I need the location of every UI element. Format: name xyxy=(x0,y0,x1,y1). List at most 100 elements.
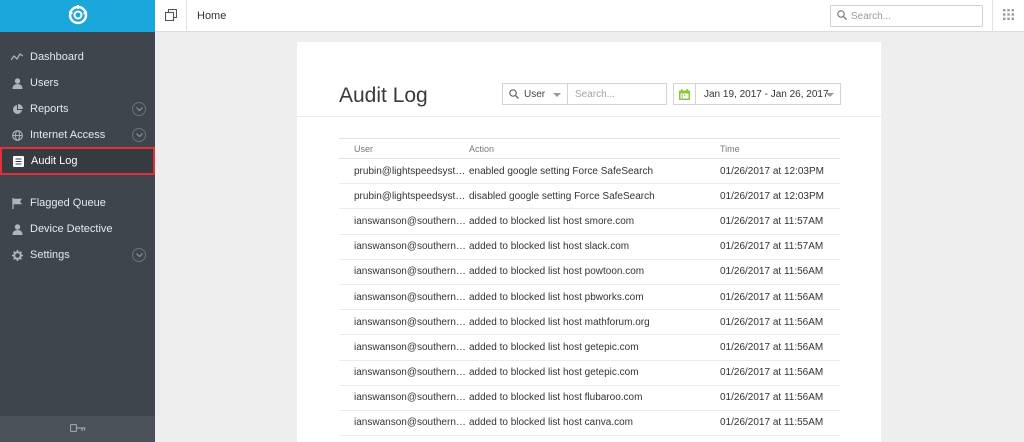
cell-time: 01/26/2017 at 11:55AM xyxy=(720,410,840,437)
search-icon xyxy=(837,9,847,23)
column-header-action[interactable]: Action xyxy=(469,138,720,159)
cell-user: prubin@lightspeedsyst… xyxy=(339,158,469,185)
nav-divider xyxy=(0,174,155,190)
apps-menu-button[interactable] xyxy=(992,0,1024,32)
sidebar-item-audit-log[interactable]: Audit Log xyxy=(0,147,155,175)
lightspeed-logo-icon[interactable] xyxy=(67,4,89,29)
activity-icon xyxy=(11,51,23,63)
table-row[interactable]: ianswanson@southern… added to blocked lis… xyxy=(339,385,840,411)
table-row[interactable]: ianswanson@southern… added to blocked lis… xyxy=(339,334,840,361)
cell-action: added to blocked list host mathforum.org xyxy=(469,309,720,336)
chevron-down-icon[interactable] xyxy=(132,102,146,116)
cell-user: ianswanson@southern… xyxy=(339,309,469,336)
card-header: Audit Log User Jan 19, 2017 - Jan 26, 20… xyxy=(297,42,881,117)
sidebar-item-internet-access[interactable]: Internet Access xyxy=(0,122,155,148)
cell-user: ianswanson@southern… xyxy=(339,208,469,235)
windows-icon xyxy=(164,8,177,24)
sidebar-item-flagged-queue[interactable]: Flagged Queue xyxy=(0,190,155,216)
cell-action: enabled google setting Force SafeSearch xyxy=(469,158,720,185)
list-icon xyxy=(12,155,24,167)
sidebar: Dashboard Users Reports Internet Access … xyxy=(0,0,155,442)
breadcrumb[interactable]: Home xyxy=(197,10,226,22)
cell-time: 01/26/2017 at 11:57AM xyxy=(720,234,840,260)
table-row[interactable]: ianswanson@southern… added to blocked lis… xyxy=(339,208,840,235)
search-input[interactable] xyxy=(851,10,971,22)
table-row[interactable]: ianswanson@southern… added to blocked lis… xyxy=(339,284,840,311)
filter-type-select[interactable]: User xyxy=(503,84,568,104)
flag-icon xyxy=(11,197,23,209)
column-header-user[interactable]: User xyxy=(339,138,469,159)
sidebar-item-reports[interactable]: Reports xyxy=(0,96,155,122)
sidebar-item-label: Flagged Queue xyxy=(30,197,106,209)
date-range-value: Jan 19, 2017 - Jan 26, 2017 xyxy=(704,88,829,100)
cell-user: prubin@lightspeedsyst… xyxy=(339,183,469,210)
table-row[interactable]: ianswanson@southern… added to blocked lis… xyxy=(339,309,840,336)
cell-user: ianswanson@southern… xyxy=(339,234,469,260)
date-range-picker[interactable]: Jan 19, 2017 - Jan 26, 2017 xyxy=(673,83,841,105)
filter-type-value: User xyxy=(524,88,546,100)
page-title: Audit Log xyxy=(339,84,428,107)
key-icon[interactable] xyxy=(69,423,86,435)
window-toggle-button[interactable] xyxy=(155,0,187,32)
sidebar-item-device-detective[interactable]: Device Detective xyxy=(0,216,155,242)
cell-time: 01/26/2017 at 11:56AM xyxy=(720,284,840,311)
cell-action: added to blocked list host slack.com xyxy=(469,234,720,260)
calendar-icon xyxy=(674,84,696,104)
sidebar-nav: Dashboard Users Reports Internet Access … xyxy=(0,32,155,268)
cell-action: added to blocked list host smore.com xyxy=(469,208,720,235)
table-row[interactable]: ianswanson@southern… added to blocked lis… xyxy=(339,360,840,386)
table-row[interactable]: prubin@lightspeedsyst… disabled google se… xyxy=(339,183,840,210)
table-row[interactable]: ianswanson@southern… added to blocked lis… xyxy=(339,410,840,437)
sidebar-item-label: Audit Log xyxy=(31,155,78,167)
grid-icon xyxy=(1003,9,1014,23)
cell-time: 01/26/2017 at 11:56AM xyxy=(720,334,840,361)
cell-user: ianswanson@southern… xyxy=(339,334,469,361)
sidebar-item-settings[interactable]: Settings xyxy=(0,242,155,268)
cell-user: ianswanson@southern… xyxy=(339,360,469,386)
search-icon xyxy=(509,89,519,99)
cell-user: ianswanson@southern… xyxy=(339,385,469,411)
sidebar-item-label: Users xyxy=(30,77,59,89)
cell-action: added to blocked list host getepic.com xyxy=(469,360,720,386)
sidebar-footer[interactable] xyxy=(0,416,155,442)
sidebar-item-label: Device Detective xyxy=(30,223,113,235)
cell-time: 01/26/2017 at 11:56AM xyxy=(720,385,840,411)
user-icon xyxy=(11,77,23,89)
cell-user: ianswanson@southern… xyxy=(339,410,469,437)
cell-time: 01/26/2017 at 11:56AM xyxy=(720,309,840,336)
brand-bar[interactable] xyxy=(0,0,155,32)
table-row[interactable]: prubin@lightspeedsyst… enabled google set… xyxy=(339,158,840,185)
cell-action: added to blocked list host pbworks.com xyxy=(469,284,720,311)
cell-time: 01/26/2017 at 11:56AM xyxy=(720,360,840,386)
sidebar-item-label: Settings xyxy=(30,249,70,261)
table-header-row: User Action Time xyxy=(339,138,840,159)
cell-user: ianswanson@southern… xyxy=(339,284,469,311)
sidebar-item-label: Dashboard xyxy=(30,51,84,63)
caret-down-icon xyxy=(553,93,561,97)
cell-time: 01/26/2017 at 11:57AM xyxy=(720,208,840,235)
globe-icon xyxy=(11,129,23,141)
cell-time: 01/26/2017 at 12:03PM xyxy=(720,158,840,185)
sidebar-item-users[interactable]: Users xyxy=(0,70,155,96)
pie-chart-icon xyxy=(11,103,23,115)
caret-down-icon xyxy=(826,93,834,97)
cell-user: ianswanson@southern… xyxy=(339,259,469,285)
global-search[interactable] xyxy=(830,5,983,27)
audit-log-card: Audit Log User Jan 19, 2017 - Jan 26, 20… xyxy=(297,42,881,442)
cell-time: 01/26/2017 at 11:56AM xyxy=(720,259,840,285)
filter-search-input[interactable] xyxy=(568,84,666,104)
gear-icon xyxy=(11,249,23,261)
table-row[interactable]: ianswanson@southern… added to blocked lis… xyxy=(339,234,840,260)
chevron-down-icon[interactable] xyxy=(132,128,146,142)
chevron-down-icon[interactable] xyxy=(132,248,146,262)
cell-action: disabled google setting Force SafeSearch xyxy=(469,183,720,210)
column-header-time[interactable]: Time xyxy=(720,138,840,159)
top-bar: Home xyxy=(155,0,1024,32)
sidebar-item-label: Internet Access xyxy=(30,129,106,141)
sidebar-item-label: Reports xyxy=(30,103,69,115)
table-row[interactable]: ianswanson@southern… added to blocked lis… xyxy=(339,259,840,285)
cell-action: added to blocked list host canva.com xyxy=(469,410,720,437)
sidebar-item-dashboard[interactable]: Dashboard xyxy=(0,44,155,70)
user-filter: User xyxy=(502,83,667,105)
cell-action: added to blocked list host flubaroo.com xyxy=(469,385,720,411)
